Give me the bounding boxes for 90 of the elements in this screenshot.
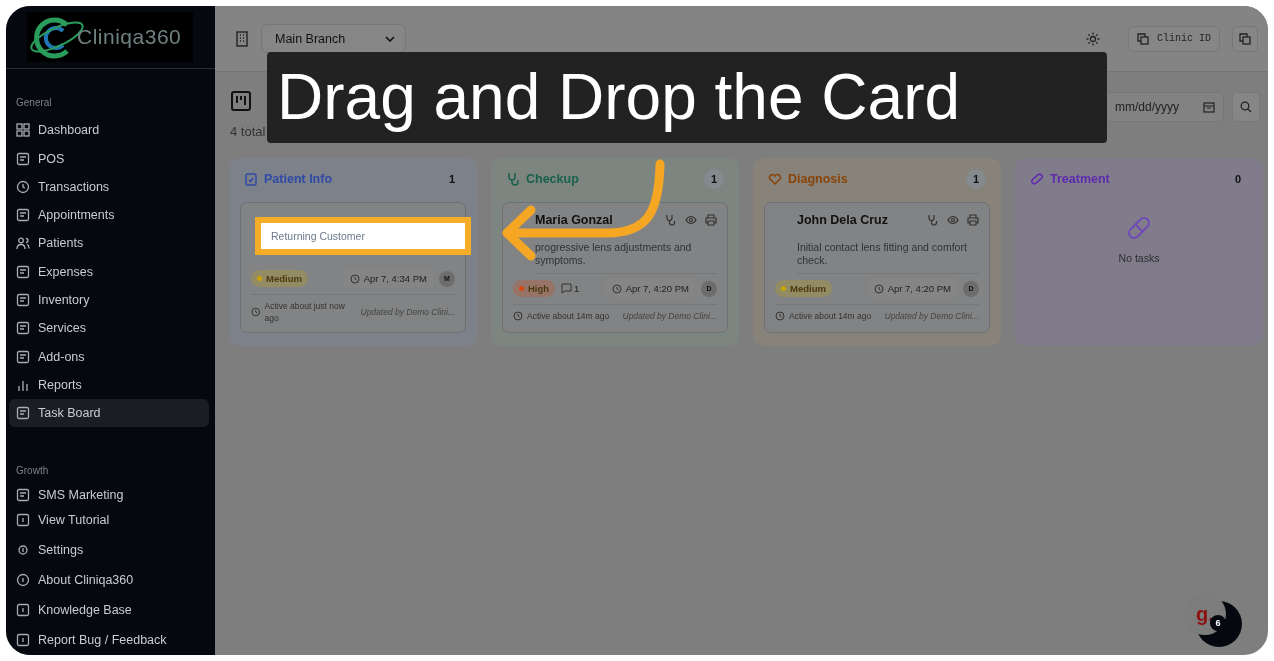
sun-icon[interactable] (1086, 31, 1100, 46)
sidebar-item[interactable]: Inventory (9, 285, 209, 315)
copy-icon (1239, 32, 1251, 45)
nav-icon (16, 573, 30, 588)
eye-icon[interactable] (947, 214, 959, 226)
comment-icon (561, 283, 573, 294)
clock-icon (513, 311, 523, 321)
column-title: Treatment (1050, 172, 1111, 186)
task-description: progressive lens adjustments and symptoms. (535, 241, 717, 274)
column-title: Diagnosis (788, 172, 849, 186)
clock-icon (349, 273, 360, 284)
sidebar-item[interactable]: Knowledge Base (9, 595, 209, 626)
sidebar-item[interactable]: Services (9, 314, 209, 343)
printer-icon[interactable] (705, 214, 717, 226)
logo-text: Cliniqa360 (77, 25, 182, 50)
page-subtitle: 4 total (230, 124, 266, 139)
pill-icon (1125, 214, 1153, 242)
sidebar-item[interactable]: View Tutorial (9, 505, 209, 536)
nav-icon (16, 293, 30, 308)
column-title: Patient Info (264, 172, 334, 186)
column-title: Checkup (526, 172, 580, 186)
patient-name: Maria Gonzal (535, 213, 614, 227)
highlight-box: Returning Customer (255, 217, 471, 255)
search-button[interactable] (1232, 92, 1260, 122)
search-icon (1240, 101, 1252, 113)
clock-icon (873, 283, 884, 294)
sidebar-item[interactable]: Expenses (9, 257, 209, 286)
tutorial-banner: Drag and Drop the Card (267, 52, 1107, 143)
stethoscope-icon[interactable] (665, 214, 677, 226)
branch-select[interactable]: Main Branch (261, 24, 407, 53)
section-heading: General (15, 96, 53, 111)
task-count: 1 (966, 169, 986, 189)
building-icon (235, 30, 249, 47)
nav-icon (16, 321, 30, 336)
priority-badge: High (513, 280, 556, 297)
activity-text: Active about just now ago (264, 300, 346, 324)
activity-text: Active about 14m ago (789, 310, 872, 322)
sidebar-item[interactable]: Add-ons (9, 342, 209, 371)
board-icon (230, 90, 252, 112)
sidebar-item[interactable]: POS (9, 144, 209, 173)
sidebar-item[interactable]: SMS Marketing (9, 484, 209, 506)
eye-icon[interactable] (685, 214, 697, 226)
nav-icon (16, 208, 30, 223)
date-field[interactable]: mm/dd/yyyy (1104, 92, 1224, 122)
sidebar-item[interactable]: Appointments (9, 201, 209, 230)
priority-badge: Medium (251, 270, 308, 287)
nav-icon (16, 406, 30, 421)
empty-text: No tasks (1118, 252, 1160, 264)
column-icon (1030, 172, 1044, 186)
copy-button[interactable] (1232, 25, 1258, 52)
nav-icon (16, 603, 30, 618)
sidebar-item[interactable]: Task Board (9, 399, 209, 428)
chevron-down-icon (385, 35, 396, 42)
copy-icon (1137, 32, 1149, 45)
nav-icon (16, 543, 30, 558)
column-icon (768, 172, 782, 186)
nav-icon (16, 349, 30, 364)
patient-name: John Dela Cruz (797, 213, 889, 227)
task-count: 0 (1233, 173, 1243, 185)
priority-badge: Medium (775, 280, 832, 297)
nav-icon (16, 264, 30, 279)
clock-icon (775, 311, 785, 321)
clock-icon (611, 283, 622, 294)
nav-icon (16, 236, 30, 251)
sidebar-item[interactable]: Report Bug / Feedback (9, 625, 209, 655)
nav-icon (16, 513, 30, 528)
nav-icon (16, 123, 30, 138)
sidebar-item[interactable]: Dashboard (9, 116, 209, 145)
stethoscope-icon[interactable] (927, 214, 939, 226)
task-description: Initial contact lens fitting and comfort check. (797, 241, 979, 274)
comment-count: 1 (561, 283, 580, 294)
clock-icon (251, 307, 261, 317)
printer-icon[interactable] (967, 214, 979, 226)
clinic-id-button[interactable]: Clinic ID (1128, 25, 1220, 52)
sidebar-item[interactable]: Reports (9, 370, 209, 399)
calendar-icon[interactable] (1203, 101, 1215, 113)
nav-icon (16, 179, 30, 194)
sidebar-item[interactable]: Patients (9, 229, 209, 258)
column-icon (244, 172, 258, 186)
section-heading: Growth (15, 464, 50, 479)
activity-text: Active about 14m ago (527, 310, 610, 322)
nav-icon (16, 151, 30, 166)
sidebar-item[interactable]: About Cliniqa360 (9, 565, 209, 596)
nav-icon (16, 633, 30, 648)
sidebar-item[interactable]: Settings (9, 535, 209, 566)
task-count: 1 (447, 173, 457, 185)
sidebar-item[interactable]: Transactions (9, 172, 209, 202)
nav-icon (16, 487, 30, 502)
column-icon (506, 172, 520, 186)
task-count: 1 (704, 169, 724, 189)
